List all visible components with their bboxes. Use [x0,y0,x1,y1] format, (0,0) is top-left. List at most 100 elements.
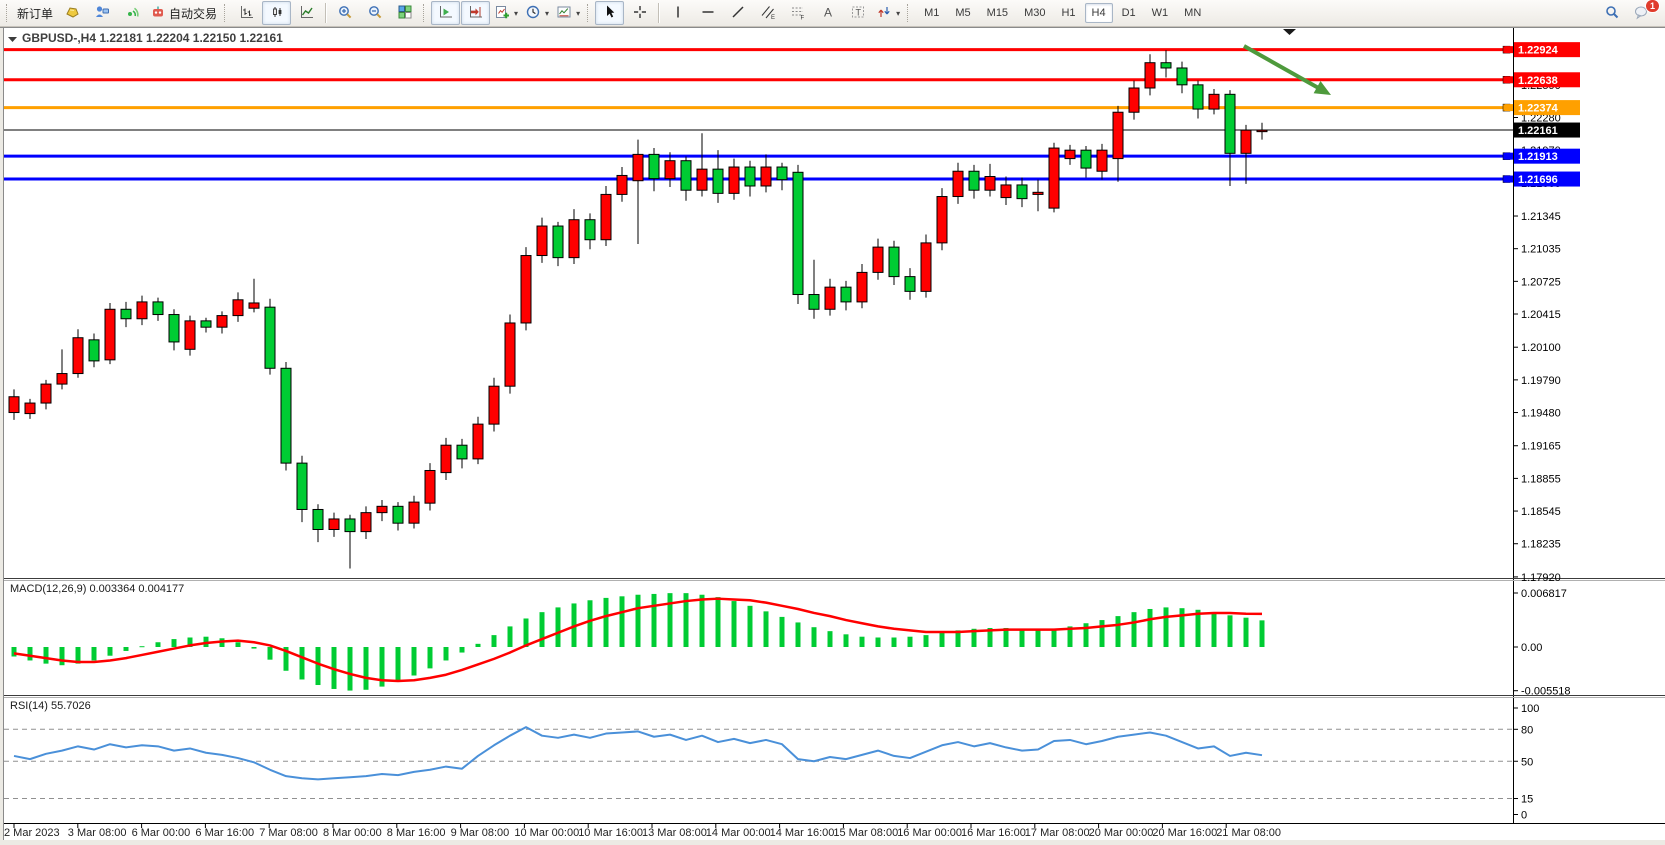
chart-bars-button[interactable] [232,1,261,25]
macd-bar [780,617,785,647]
macd-bar [476,644,481,647]
candle-body [889,247,899,277]
candle-body [409,502,419,523]
time-tick-label: 3 Mar 08:00 [68,827,127,839]
macd-bar [12,647,17,657]
candle-body [281,368,291,463]
template-icon [556,4,572,23]
candle-body [265,307,275,368]
macd-bar [1100,620,1105,647]
timeframe-button-h4[interactable]: H4 [1085,3,1113,23]
toolbar-separator [325,3,326,23]
candle-body [633,154,643,180]
text-button[interactable]: A [813,1,842,25]
macd-bar [652,594,657,647]
macd-bar [300,647,305,679]
chevron-down-icon[interactable]: ▾ [576,9,580,18]
timeframe-button-m1[interactable]: M1 [917,3,946,23]
candle-body [137,302,147,319]
title-dropdown-icon[interactable] [8,37,17,42]
fibonacci-button[interactable]: F [783,1,812,25]
main-price-pane[interactable] [4,46,1513,568]
time-axis[interactable]: 2 Mar 20233 Mar 08:006 Mar 00:006 Mar 16… [4,824,1281,839]
horizontal-line-button[interactable] [693,1,722,25]
auto-scroll-button[interactable] [431,1,460,25]
price-tick-label: 1.17920 [1521,572,1561,584]
candle-body [457,445,467,459]
chat-button[interactable]: 1 [1627,1,1656,25]
candle-body [777,167,787,180]
timeframe-button-m15[interactable]: M15 [980,3,1015,23]
chart-shift-marker[interactable] [1283,29,1296,35]
trendline-button[interactable] [723,1,752,25]
candle-body [297,463,307,509]
macd-bar [140,646,145,647]
candle-body [1049,148,1059,208]
arrow-annotation[interactable] [1244,46,1322,90]
vertical-line-button[interactable] [663,1,692,25]
price-tick-label: 1.18855 [1521,473,1561,485]
macd-label: MACD(12,26,9) 0.003364 0.004177 [10,583,184,595]
autotrading-button[interactable]: 自动交易 [147,1,220,25]
macd-bar [236,642,241,647]
chart-area[interactable]: GBPUSD-,H4 1.22181 1.22204 1.22150 1.221… [0,0,1665,845]
chart-shift-button[interactable] [461,1,490,25]
zoom-out-button[interactable] [360,1,389,25]
gold-button[interactable] [57,1,86,25]
macd-bar [1020,629,1025,647]
search-button[interactable] [1597,1,1626,25]
timeframe-button-mn[interactable]: MN [1177,3,1208,23]
candle-body [937,197,947,243]
time-tick-label: 7 Mar 08:00 [259,827,318,839]
macd-pane[interactable]: 0.0068170.00-0.005518 [12,588,1571,698]
price-badge-label: 1.22374 [1518,103,1559,115]
gold-icon [64,4,80,23]
candle-body [1177,68,1187,85]
text-label-button[interactable]: T [843,1,872,25]
candle-body [713,169,723,193]
vertical-line-icon [670,4,686,23]
candle-body [233,300,243,316]
timeframe-button-m5[interactable]: M5 [948,3,977,23]
templates-button[interactable]: ▾ [553,1,583,25]
price-tick-label: 1.19165 [1521,441,1561,453]
candle-body [249,303,259,308]
zoom-in-button[interactable] [330,1,359,25]
new-chart-button[interactable]: ▾ [491,1,521,25]
macd-bar [460,647,465,653]
time-tick-label: 8 Mar 00:00 [323,827,382,839]
channel-icon: E [760,4,776,23]
candle-body [617,175,627,194]
macd-bar [540,612,545,647]
cursor-button[interactable] [595,1,624,25]
chevron-down-icon[interactable]: ▾ [896,9,900,18]
equidistant-channel-button[interactable]: E [753,1,782,25]
timeframe-button-w1[interactable]: W1 [1145,3,1176,23]
timeframe-button-m30[interactable]: M30 [1017,3,1052,23]
macd-bar [396,647,401,682]
tile-windows-button[interactable] [390,1,419,25]
macd-tick-label: 0.00 [1521,642,1542,654]
crosshair-button[interactable] [625,1,654,25]
periodicity-button[interactable]: ▾ [522,1,552,25]
rsi-tick-label: 50 [1521,756,1533,768]
time-tick-label: 16 Mar 16:00 [961,827,1026,839]
rsi-pane[interactable]: 1008050150 [4,703,1539,822]
timeframe-button-h1[interactable]: H1 [1054,3,1082,23]
candle-body [329,519,339,530]
chevron-down-icon[interactable]: ▾ [514,9,518,18]
community-button[interactable] [87,1,116,25]
candle-body [745,167,755,186]
macd-bar [700,595,705,647]
new-order-button[interactable]: 新订单 [14,1,56,25]
chart-line-button[interactable] [292,1,321,25]
macd-bar [444,647,449,660]
macd-bar [44,647,49,664]
chart-candles-button[interactable] [262,1,291,25]
candle-body [569,220,579,258]
chevron-down-icon[interactable]: ▾ [545,9,549,18]
arrows-button[interactable]: ▾ [873,1,903,25]
timeframe-button-d1[interactable]: D1 [1115,3,1143,23]
signals-button[interactable] [117,1,146,25]
timeframe-toolbar: M1M5M15M30H1H4D1W1MN [917,3,1208,23]
